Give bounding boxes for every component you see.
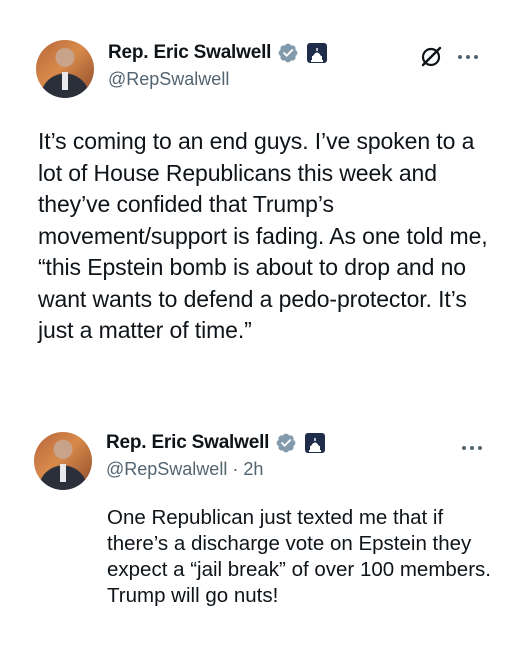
author-block: Rep. Eric Swalwell @RepSwalwell [108, 40, 328, 92]
name-row: Rep. Eric Swalwell [108, 40, 328, 66]
timestamp[interactable]: 2h [243, 456, 263, 482]
handle[interactable]: @RepSwalwell [106, 456, 227, 482]
verified-badge-icon [275, 432, 297, 454]
separator: · [232, 459, 239, 479]
main-tweet-header: Rep. Eric Swalwell @RepSwalwell [36, 40, 328, 98]
display-name[interactable]: Rep. Eric Swalwell [108, 42, 271, 64]
author-block: Rep. Eric Swalwell @RepSwalwell · 2h [106, 430, 326, 482]
display-name[interactable]: Rep. Eric Swalwell [106, 432, 269, 454]
handle-row: @RepSwalwell · 2h [106, 456, 325, 482]
more-options-icon[interactable] [462, 446, 482, 450]
quoted-tweet-header: Rep. Eric Swalwell @RepSwalwell · 2h [34, 430, 326, 490]
tweet-text: It’s coming to an end guys. I’ve spoken … [38, 128, 488, 343]
handle[interactable]: @RepSwalwell [108, 66, 327, 92]
name-row: Rep. Eric Swalwell [106, 430, 326, 456]
avatar[interactable] [34, 432, 92, 490]
government-badge-icon [307, 43, 328, 63]
verified-badge-icon [277, 42, 299, 64]
grok-icon[interactable] [418, 44, 444, 75]
more-options-icon[interactable] [458, 55, 478, 59]
avatar[interactable] [36, 40, 94, 98]
quoted-tweet-text: One Republican just texted me that if th… [107, 506, 491, 607]
government-badge-icon [305, 433, 326, 453]
